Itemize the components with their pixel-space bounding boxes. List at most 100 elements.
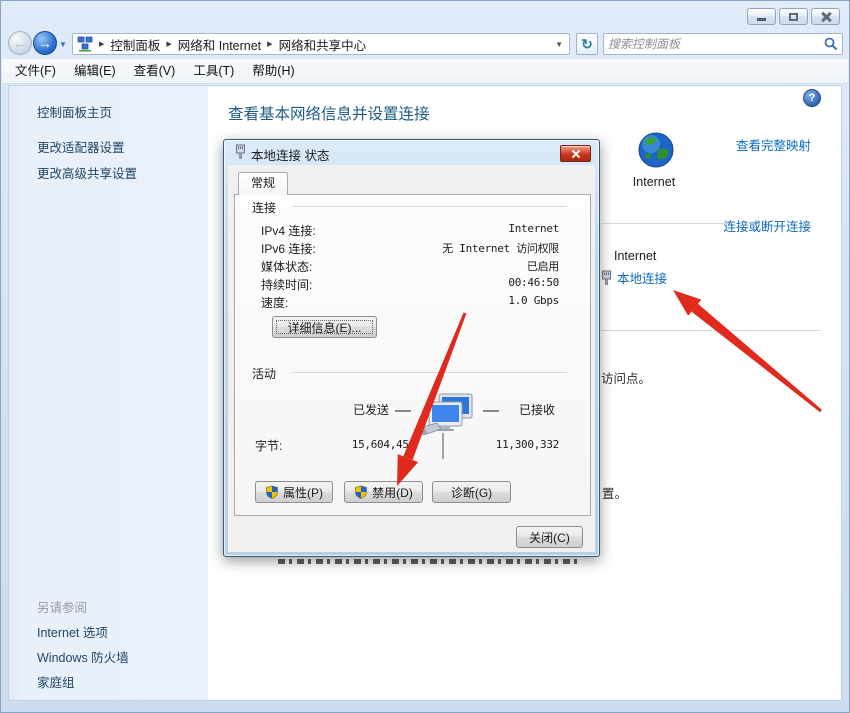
connector-line [395, 410, 411, 412]
minimize-icon [757, 18, 766, 21]
properties-button-label: 属性(P) [283, 484, 323, 501]
uac-shield-icon [265, 485, 279, 499]
group-line [292, 206, 567, 207]
section-divider [601, 330, 821, 331]
sidebar-item-windows-firewall[interactable]: Windows 防火墙 [37, 647, 129, 666]
sidebar: 控制面板主页 更改适配器设置 更改高级共享设置 另请参阅 Internet 选项… [9, 86, 208, 700]
close-button-label: 关闭(C) [529, 529, 570, 546]
menu-edit[interactable]: 编辑(E) [65, 59, 125, 83]
status-row-ipv6: IPv6 连接: 无 Internet 访问权限 [261, 240, 559, 256]
status-row-speed: 速度: 1.0 Gbps [261, 294, 559, 310]
row-label: IPv6 连接: [261, 240, 316, 257]
view-full-map-link[interactable]: 查看完整映射 [736, 135, 811, 154]
menu-help[interactable]: 帮助(H) [243, 59, 303, 83]
connect-disconnect-link[interactable]: 连接或断开连接 [723, 216, 811, 235]
breadcrumb-network-sharing-center[interactable]: 网络和共享中心 [279, 35, 367, 54]
sidebar-item-change-adapter-settings[interactable]: 更改适配器设置 [37, 137, 125, 156]
dialog-close-button[interactable] [560, 145, 591, 162]
network-adapter-icon [234, 144, 247, 160]
breadcrumb-control-panel[interactable]: 控制面板 [110, 35, 160, 54]
disable-button-label: 禁用(D) [372, 484, 413, 501]
local-connection-row[interactable]: 本地连接 [600, 268, 667, 287]
row-value: 1.0 Gbps [508, 294, 559, 307]
active-network-name: Internet [614, 249, 656, 263]
network-center-icon [77, 36, 93, 52]
row-label: 媒体状态: [261, 258, 312, 275]
bytes-label: 字节: [255, 437, 282, 454]
maximize-button[interactable] [779, 8, 808, 25]
close-dialog-button[interactable]: 关闭(C) [516, 526, 583, 548]
row-label: IPv4 连接: [261, 222, 316, 239]
status-row-duration: 持续时间: 00:46:50 [261, 276, 559, 292]
breadcrumb-separator-icon: ▶ [99, 40, 104, 48]
menu-bar: 文件(F) 编辑(E) 查看(V) 工具(T) 帮助(H) [2, 59, 848, 84]
menu-file[interactable]: 文件(F) [6, 59, 65, 83]
menu-view[interactable]: 查看(V) [125, 59, 185, 83]
uac-shield-icon [354, 485, 368, 499]
internet-node-label: Internet [604, 175, 704, 189]
sidebar-item-homegroup[interactable]: 家庭组 [37, 672, 75, 691]
clipped-text-fragment: 置。 [602, 483, 627, 502]
tab-general[interactable]: 常规 [238, 172, 288, 195]
diagnose-button[interactable]: 诊断(G) [432, 481, 511, 503]
close-icon [572, 150, 580, 158]
computer-activity-icon [417, 393, 475, 439]
internet-globe-icon [637, 131, 675, 169]
minimize-button[interactable] [747, 8, 776, 25]
breadcrumb-separator-icon: ▶ [166, 40, 171, 48]
activity-group-label: 活动 [252, 365, 276, 382]
sidebar-item-internet-options[interactable]: Internet 选项 [37, 622, 108, 641]
search-box[interactable] [603, 33, 843, 55]
search-icon[interactable] [824, 37, 838, 51]
tab-page: 连接 IPv4 连接: Internet IPv6 连接: 无 Internet… [234, 194, 591, 516]
search-input[interactable] [608, 37, 824, 51]
row-value: Internet [508, 222, 559, 235]
clipped-text-row [278, 559, 578, 564]
sidebar-item-control-panel-home[interactable]: 控制面板主页 [37, 102, 112, 121]
recent-pages-dropdown[interactable]: ▼ [59, 40, 67, 49]
bytes-sent-value: 15,604,454 [335, 438, 415, 451]
back-button[interactable]: ← [8, 31, 32, 55]
close-window-button[interactable] [811, 8, 840, 25]
window-controls [747, 8, 840, 25]
sidebar-item-advanced-sharing[interactable]: 更改高级共享设置 [37, 163, 137, 182]
network-adapter-icon [600, 270, 613, 286]
maximize-icon [789, 13, 798, 21]
bytes-divider [442, 433, 444, 459]
refresh-icon: ↻ [581, 36, 593, 53]
details-button[interactable]: 详细信息(E)... [272, 316, 377, 338]
row-value: 00:46:50 [508, 276, 559, 289]
status-row-ipv4: IPv4 连接: Internet [261, 222, 559, 238]
close-icon [821, 12, 831, 22]
section-divider [601, 223, 731, 224]
bytes-received-value: 11,300,332 [479, 438, 559, 451]
menu-tools[interactable]: 工具(T) [184, 59, 243, 83]
connection-group-label: 连接 [252, 199, 276, 216]
forward-arrow-icon: → [34, 32, 56, 54]
row-label: 速度: [261, 294, 288, 311]
back-arrow-icon: ← [9, 32, 31, 54]
disable-button[interactable]: 禁用(D) [344, 481, 423, 503]
help-button[interactable]: ? [803, 89, 821, 107]
details-button-label: 详细信息(E)... [288, 319, 362, 336]
row-value: 已启用 [527, 258, 559, 274]
group-line [292, 372, 567, 373]
dialog-title: 本地连接 状态 [251, 145, 329, 164]
breadcrumb-separator-icon: ▶ [267, 40, 272, 48]
connector-line [483, 410, 499, 412]
forward-button[interactable]: → [33, 31, 57, 55]
breadcrumb-network-internet[interactable]: 网络和 Internet [178, 35, 261, 54]
refresh-button[interactable]: ↻ [576, 33, 598, 55]
clipped-text-fragment: 访问点。 [601, 368, 651, 387]
dialog-body: 常规 连接 IPv4 连接: Internet IPv6 连接: 无 Inter… [228, 165, 595, 552]
properties-button[interactable]: 属性(P) [255, 481, 333, 503]
address-bar[interactable]: ▶ 控制面板 ▶ 网络和 Internet ▶ 网络和共享中心 ▼ [72, 33, 570, 55]
address-dropdown-icon[interactable]: ▼ [555, 40, 565, 49]
row-value: 无 Internet 访问权限 [442, 240, 559, 256]
row-label: 持续时间: [261, 276, 312, 293]
page-title: 查看基本网络信息并设置连接 [228, 102, 430, 124]
sidebar-see-also-header: 另请参阅 [37, 597, 87, 616]
local-connection-status-dialog: 本地连接 状态 常规 连接 IPv4 连接: Internet IPv6 连接:… [223, 139, 600, 557]
status-row-media-state: 媒体状态: 已启用 [261, 258, 559, 274]
local-connection-link[interactable]: 本地连接 [617, 268, 667, 287]
